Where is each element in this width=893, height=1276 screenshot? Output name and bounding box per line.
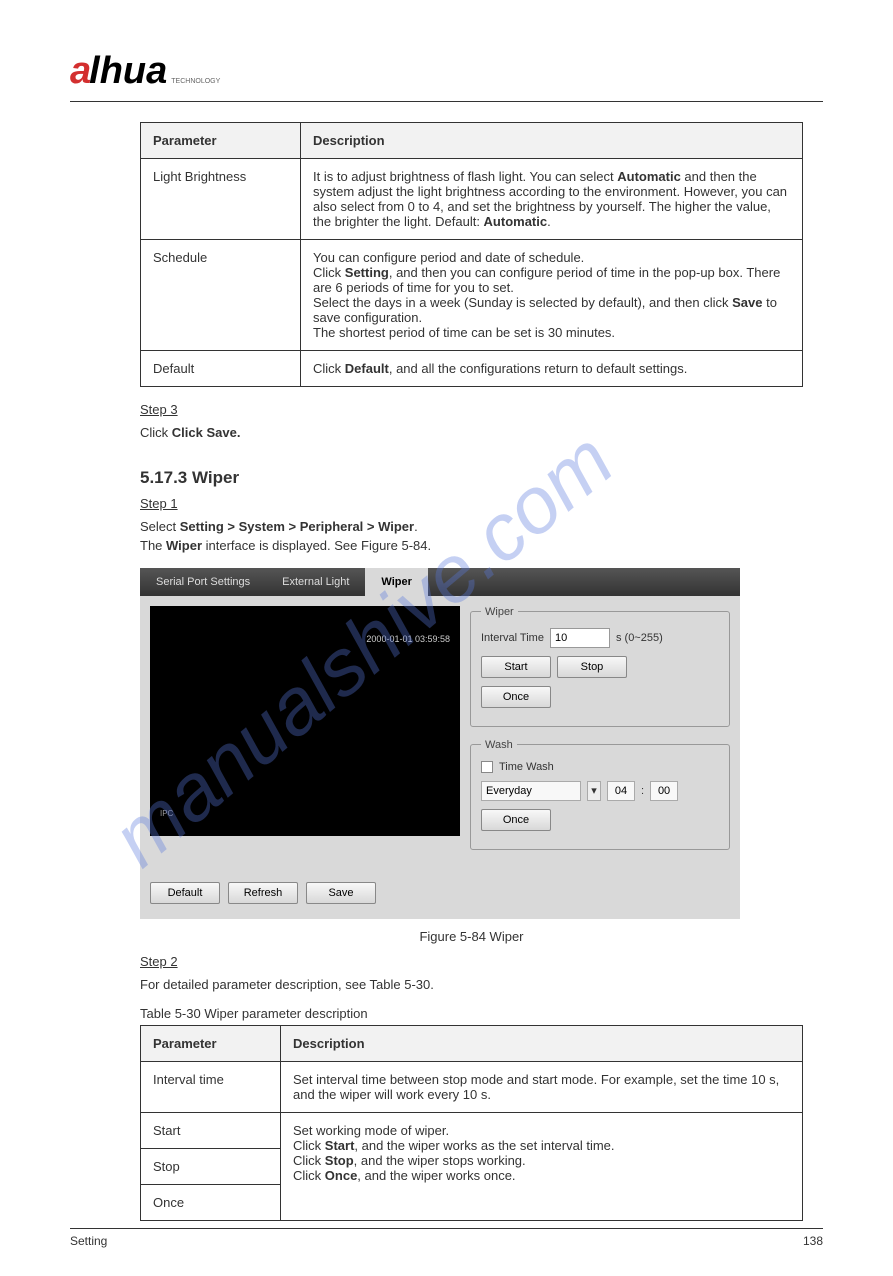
preview-ipc: IPC [160, 809, 173, 818]
figure-caption: Figure 5-84 Wiper [140, 929, 803, 944]
figure-wiper: Serial Port Settings External Light Wipe… [140, 568, 740, 919]
page-header: a lhua TECHNOLOGY [70, 50, 823, 102]
table2-caption: Table 5-30 Wiper parameter description [140, 1006, 803, 1021]
tab-wiper[interactable]: Wiper [365, 568, 427, 596]
wash-legend: Wash [481, 739, 517, 751]
step2-text: For detailed parameter description, see … [140, 975, 803, 995]
table-row: Interval time Set interval time between … [141, 1062, 803, 1113]
desc-cell-merged: Set working mode of wiper. Click Start, … [281, 1113, 803, 1221]
wiper-legend: Wiper [481, 606, 518, 618]
step1-text: Select Setting > System > Peripheral > W… [140, 517, 803, 556]
everyday-select[interactable] [481, 781, 581, 801]
step3-text: Click Click Save. [140, 423, 803, 443]
table-row: Schedule You can configure period and da… [141, 240, 803, 351]
save-button[interactable]: Save [306, 882, 376, 904]
desc-cell: You can configure period and date of sch… [301, 240, 803, 351]
timewash-label: Time Wash [499, 761, 554, 773]
figure-tabs: Serial Port Settings External Light Wipe… [140, 568, 740, 596]
desc-cell: Click Default, and all the configuration… [301, 351, 803, 387]
logo: a lhua TECHNOLOGY [70, 50, 220, 93]
wash-min-input[interactable] [650, 781, 678, 801]
interval-time-suffix: s (0~255) [616, 632, 663, 644]
stop-button[interactable]: Stop [557, 656, 627, 678]
param-cell: Once [141, 1185, 281, 1221]
interval-time-label: Interval Time [481, 632, 544, 644]
refresh-button[interactable]: Refresh [228, 882, 298, 904]
table2-header-param: Parameter [141, 1026, 281, 1062]
table1-header-param: Parameter [141, 123, 301, 159]
desc-cell: It is to adjust brightness of flash ligh… [301, 159, 803, 240]
table-parameters-1: Parameter Description Light Brightness I… [140, 122, 803, 387]
table-row: Light Brightness It is to adjust brightn… [141, 159, 803, 240]
start-button[interactable]: Start [481, 656, 551, 678]
desc-cell: Set interval time between stop mode and … [281, 1062, 803, 1113]
table-parameters-2: Parameter Description Interval time Set … [140, 1025, 803, 1221]
param-cell: Schedule [141, 240, 301, 351]
wash-once-button[interactable]: Once [481, 809, 551, 831]
tab-serial-port[interactable]: Serial Port Settings [140, 568, 266, 596]
table-row: Default Click Default, and all the confi… [141, 351, 803, 387]
timewash-checkbox[interactable] [481, 761, 493, 773]
param-cell: Stop [141, 1149, 281, 1185]
time-colon: : [641, 785, 644, 797]
page-footer: Setting 138 [70, 1228, 823, 1248]
video-preview: 2000-01-01 03:59:58 IPC [150, 606, 460, 836]
preview-timestamp: 2000-01-01 03:59:58 [366, 634, 450, 644]
tab-external-light[interactable]: External Light [266, 568, 365, 596]
step3-label: Step 3 [140, 402, 803, 417]
wash-hour-input[interactable] [607, 781, 635, 801]
interval-time-input[interactable] [550, 628, 610, 648]
table-row: Start Set working mode of wiper. Click S… [141, 1113, 803, 1149]
footer-section: Setting [70, 1234, 107, 1248]
wiper-fieldset: Wiper Interval Time s (0~255) Start Stop… [470, 606, 730, 727]
step2-label: Step 2 [140, 954, 803, 969]
logo-part2: lhua [89, 50, 167, 93]
dropdown-icon[interactable]: ▾ [587, 781, 601, 801]
param-cell: Interval time [141, 1062, 281, 1113]
table1-header-desc: Description [301, 123, 803, 159]
param-cell: Default [141, 351, 301, 387]
footer-page-number: 138 [803, 1234, 823, 1248]
logo-sub: TECHNOLOGY [171, 78, 220, 85]
wash-fieldset: Wash Time Wash ▾ : [470, 739, 730, 850]
param-cell: Light Brightness [141, 159, 301, 240]
param-cell: Start [141, 1113, 281, 1149]
table2-header-desc: Description [281, 1026, 803, 1062]
default-button[interactable]: Default [150, 882, 220, 904]
section-title: 5.17.3 Wiper [140, 468, 803, 488]
step1-label: Step 1 [140, 496, 803, 511]
logo-part1: a [70, 50, 91, 93]
once-button[interactable]: Once [481, 686, 551, 708]
